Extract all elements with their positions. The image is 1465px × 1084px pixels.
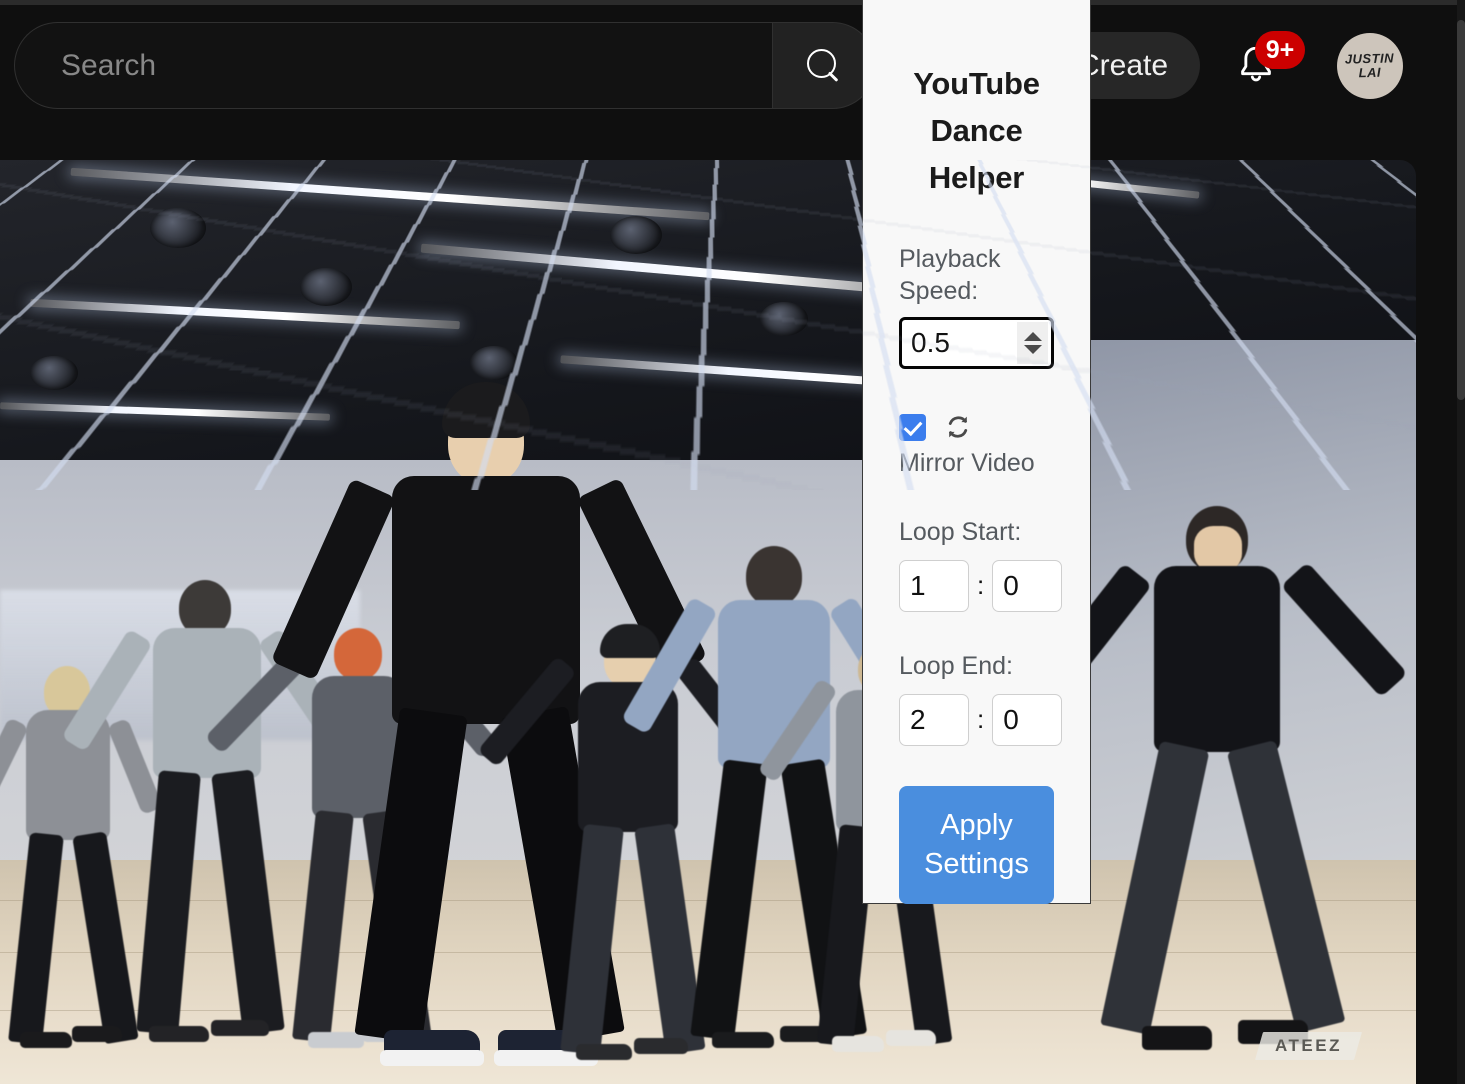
mirror-video-checkbox[interactable] [899, 413, 926, 441]
loop-start-label: Loop Start: [899, 518, 1022, 547]
triangle-up-icon[interactable] [1023, 332, 1042, 342]
loop-end-minutes-input[interactable] [899, 694, 969, 747]
loop-start-row: : [899, 560, 1063, 613]
mirror-video-label: Mirror Video [899, 449, 1035, 478]
loop-end-separator: : [977, 703, 985, 734]
search-icon [807, 48, 841, 83]
search-field-container[interactable] [14, 22, 772, 109]
loop-start-separator: : [977, 569, 985, 600]
scrollbar-thumb[interactable] [1457, 20, 1465, 400]
notification-badge: 9+ [1255, 31, 1305, 69]
playback-speed-field[interactable] [899, 317, 1054, 370]
avatar[interactable]: JUSTIN LAI [1337, 33, 1403, 99]
avatar-line-2: LAI [1358, 64, 1382, 81]
playback-speed-input[interactable] [902, 326, 1017, 361]
loop-end-row: : [899, 694, 1063, 747]
dance-helper-panel: YouTube Dance Helper Playback Speed: Mir… [862, 0, 1091, 905]
mirror-video-row [899, 411, 1054, 443]
youtube-masthead: Create 9+ JUSTIN LAI [0, 5, 1465, 160]
vertical-scrollbar[interactable] [1457, 0, 1465, 1084]
triangle-down-icon[interactable] [1023, 345, 1042, 355]
app-root: Create 9+ JUSTIN LAI [0, 0, 1465, 1084]
loop-start-minutes-input[interactable] [899, 560, 969, 613]
panel-title: YouTube Dance Helper [913, 66, 1040, 196]
dancer [1031, 504, 1408, 1084]
apply-settings-button[interactable]: Apply Settings [899, 786, 1054, 905]
video-player[interactable]: ATEEZ [0, 160, 1416, 1084]
video-watermark: ATEEZ [1255, 1032, 1363, 1060]
loop-end-seconds-input[interactable] [992, 694, 1063, 747]
playback-speed-label: Playback Speed: [899, 245, 1001, 306]
loop-start-seconds-input[interactable] [992, 560, 1063, 613]
search-submit-button[interactable] [772, 22, 876, 109]
create-button-label: Create [1078, 48, 1169, 82]
avatar-initials: JUSTIN LAI [1345, 51, 1395, 81]
notifications-button[interactable]: 9+ [1227, 31, 1305, 95]
playback-speed-stepper[interactable] [1017, 322, 1048, 365]
watermark-text: ATEEZ [1275, 1036, 1342, 1055]
loop-end-label: Loop End: [899, 652, 1013, 681]
search-bar [14, 22, 876, 109]
search-input[interactable] [59, 47, 772, 84]
refresh-sync-icon [948, 416, 968, 438]
